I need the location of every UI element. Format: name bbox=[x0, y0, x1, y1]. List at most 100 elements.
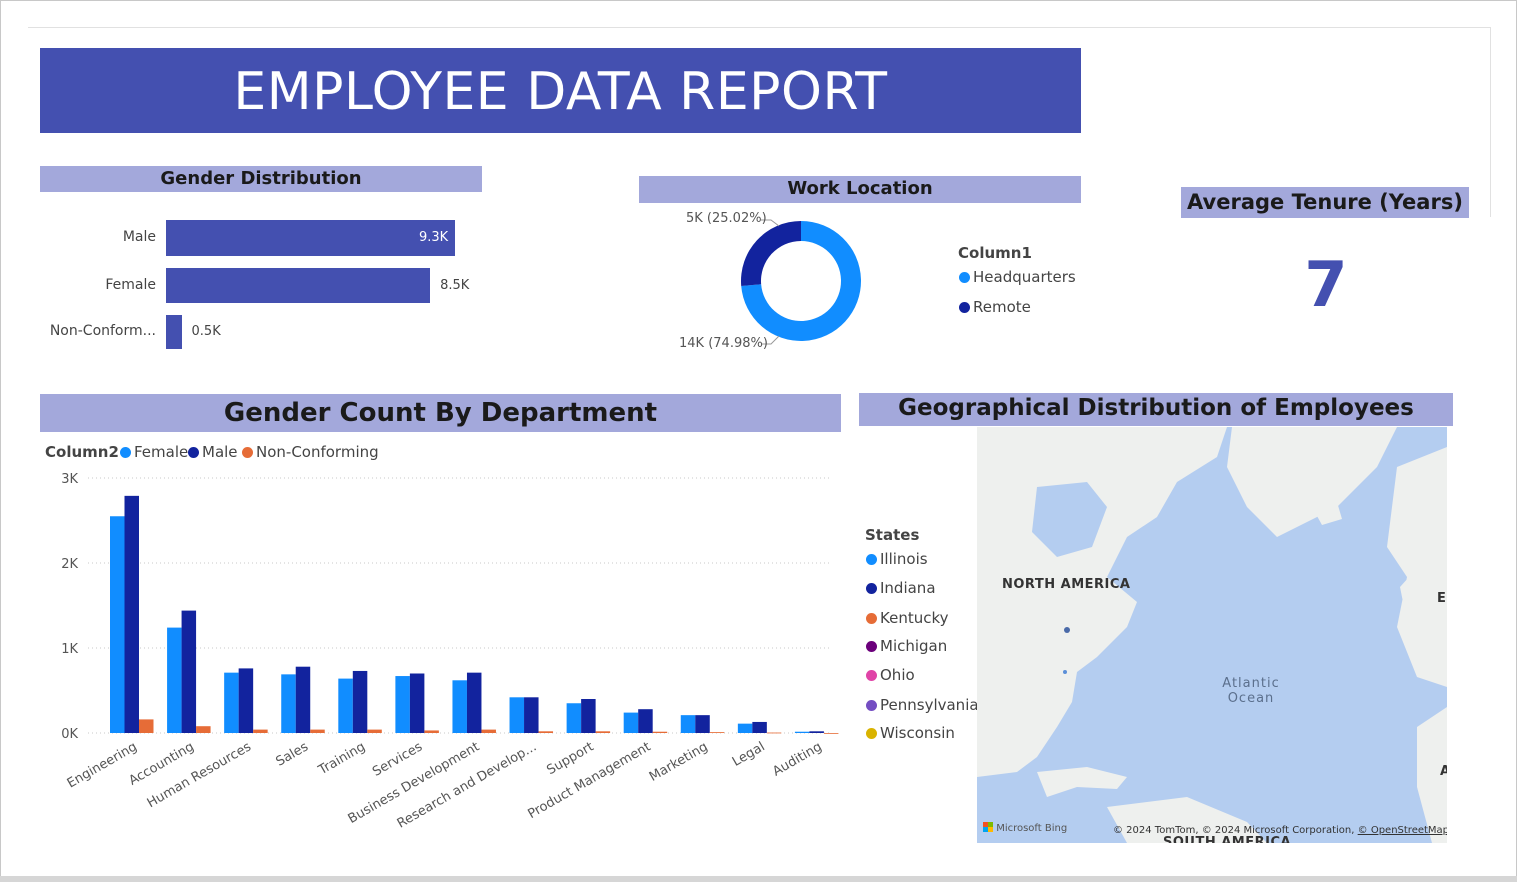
map-land-shapes bbox=[977, 427, 1447, 843]
x-tick-label: Legal bbox=[730, 739, 768, 769]
dept-legend-non-conforming[interactable]: Non-Conforming bbox=[242, 443, 379, 461]
gender-distribution-title: Gender Distribution bbox=[160, 168, 362, 189]
column-bar[interactable] bbox=[809, 731, 824, 733]
legend-label: Female bbox=[134, 443, 189, 461]
column-bar[interactable] bbox=[395, 676, 410, 733]
dept-column-chart[interactable]: 0K1K2K3KEngineeringAccountingHuman Resou… bbox=[40, 465, 840, 845]
work-location-legend-title: Column1 bbox=[958, 244, 1032, 262]
legend-label: Indiana bbox=[880, 579, 936, 597]
legend-label: Michigan bbox=[880, 637, 948, 655]
column-bar[interactable] bbox=[737, 723, 753, 733]
column-bar[interactable] bbox=[139, 719, 154, 733]
gender-bar-value: 9.3K bbox=[419, 230, 449, 245]
states-legend-item[interactable]: Michigan bbox=[866, 637, 947, 655]
report-title: EMPLOYEE DATA REPORT bbox=[233, 62, 888, 122]
column-bar[interactable] bbox=[623, 712, 639, 733]
average-tenure-value: 7 bbox=[1304, 248, 1348, 321]
gender-bar[interactable] bbox=[166, 315, 182, 349]
ocean-label-line1: Atlantic bbox=[1222, 676, 1280, 691]
x-tick-label: Training bbox=[315, 739, 368, 778]
column-bar[interactable] bbox=[823, 733, 839, 734]
states-legend-item[interactable]: Illinois bbox=[866, 550, 928, 568]
average-tenure-header: Average Tenure (Years) bbox=[1181, 187, 1469, 218]
legend-dot-icon bbox=[866, 554, 877, 565]
bottom-scroll-strip bbox=[0, 876, 1517, 882]
x-tick-label: Auditing bbox=[770, 739, 824, 779]
column-bar[interactable] bbox=[652, 731, 668, 733]
legend-dot-icon bbox=[866, 728, 877, 739]
states-legend-item[interactable]: Kentucky bbox=[866, 609, 949, 627]
legend-dot-icon bbox=[866, 641, 877, 652]
column-bar[interactable] bbox=[566, 703, 582, 733]
column-bar[interactable] bbox=[238, 668, 254, 733]
legend-dot-icon bbox=[866, 670, 877, 681]
openstreetmap-link[interactable]: © OpenStreetMap bbox=[1358, 825, 1447, 836]
dept-legend-male[interactable]: Male bbox=[188, 443, 238, 461]
column-bar[interactable] bbox=[295, 666, 311, 733]
column-bar[interactable] bbox=[752, 721, 767, 733]
legend-item-remote[interactable]: Remote bbox=[959, 298, 1031, 316]
x-tick-label: Marketing bbox=[647, 739, 711, 784]
column-bar[interactable] bbox=[253, 729, 268, 733]
work-location-title: Work Location bbox=[787, 178, 933, 199]
states-legend-item[interactable]: Wisconsin bbox=[866, 724, 955, 742]
column-bar[interactable] bbox=[581, 699, 596, 733]
legend-item-headquarters[interactable]: Headquarters bbox=[959, 268, 1076, 286]
map-label-south-america: SOUTH AMERICA bbox=[1163, 835, 1292, 843]
gender-bar-label: Male bbox=[122, 229, 156, 245]
dept-chart-title: Gender Count By Department bbox=[223, 398, 658, 428]
gender-bar-label: Female bbox=[105, 276, 156, 293]
geo-header: Geographical Distribution of Employees bbox=[859, 393, 1453, 426]
column-bar[interactable] bbox=[167, 627, 182, 733]
column-bar[interactable] bbox=[466, 672, 482, 733]
map-label-north-america: NORTH AMERICA bbox=[1002, 577, 1131, 592]
column-bar[interactable] bbox=[224, 672, 239, 733]
column-bar[interactable] bbox=[110, 516, 125, 733]
column-bar[interactable] bbox=[695, 715, 710, 733]
states-legend-item[interactable]: Pennsylvania bbox=[866, 696, 979, 714]
column-bar[interactable] bbox=[538, 731, 554, 733]
geo-title: Geographical Distribution of Employees bbox=[898, 395, 1414, 421]
states-legend-item[interactable]: Indiana bbox=[866, 579, 936, 597]
column-bar[interactable] bbox=[595, 731, 611, 733]
column-bar[interactable] bbox=[338, 678, 353, 733]
column-bar[interactable] bbox=[409, 673, 425, 734]
gender-bar[interactable] bbox=[166, 220, 455, 256]
map-visual[interactable]: NORTH AMERICA SOUTH AMERICA EU A Atlanti… bbox=[977, 427, 1447, 843]
work-location-header: Work Location bbox=[639, 176, 1081, 203]
column-bar[interactable] bbox=[709, 732, 725, 733]
column-bar[interactable] bbox=[680, 715, 696, 733]
column-bar[interactable] bbox=[524, 697, 539, 733]
column-bar[interactable] bbox=[124, 495, 140, 733]
column-bar[interactable] bbox=[638, 709, 653, 733]
gender-bar[interactable] bbox=[166, 268, 431, 303]
legend-label: Illinois bbox=[880, 550, 928, 568]
legend-label: Remote bbox=[973, 298, 1031, 316]
gender-bar-label: Non-Conform... bbox=[49, 323, 156, 339]
x-tick-label: Sales bbox=[274, 739, 312, 769]
dept-legend-title: Column2 bbox=[45, 443, 119, 461]
y-tick-label: 1K bbox=[61, 642, 78, 657]
states-legend-item[interactable]: Ohio bbox=[866, 666, 915, 684]
column-bar[interactable] bbox=[281, 674, 296, 733]
column-bar[interactable] bbox=[452, 680, 467, 733]
column-bar[interactable] bbox=[424, 730, 439, 733]
column-bar[interactable] bbox=[481, 729, 496, 733]
y-tick-label: 3K bbox=[61, 472, 78, 487]
column-bar[interactable] bbox=[310, 729, 325, 733]
gender-bar-value: 8.5K bbox=[440, 277, 470, 293]
dept-legend-female[interactable]: Female bbox=[120, 443, 188, 461]
column-bar[interactable] bbox=[196, 726, 211, 733]
legend-dot-icon bbox=[242, 447, 253, 458]
average-tenure-title: Average Tenure (Years) bbox=[1187, 190, 1463, 214]
column-bar[interactable] bbox=[794, 731, 810, 733]
column-bar[interactable] bbox=[367, 729, 382, 733]
column-bar[interactable] bbox=[509, 697, 525, 733]
map-copyright: © 2024 TomTom, © 2024 Microsoft Corporat… bbox=[1113, 825, 1447, 836]
legend-dot-icon bbox=[866, 583, 877, 594]
legend-dot-icon bbox=[866, 700, 877, 711]
column-bar[interactable] bbox=[181, 610, 197, 733]
column-bar[interactable] bbox=[352, 670, 368, 733]
legend-label: Kentucky bbox=[880, 609, 949, 627]
column-bar[interactable] bbox=[766, 732, 782, 734]
